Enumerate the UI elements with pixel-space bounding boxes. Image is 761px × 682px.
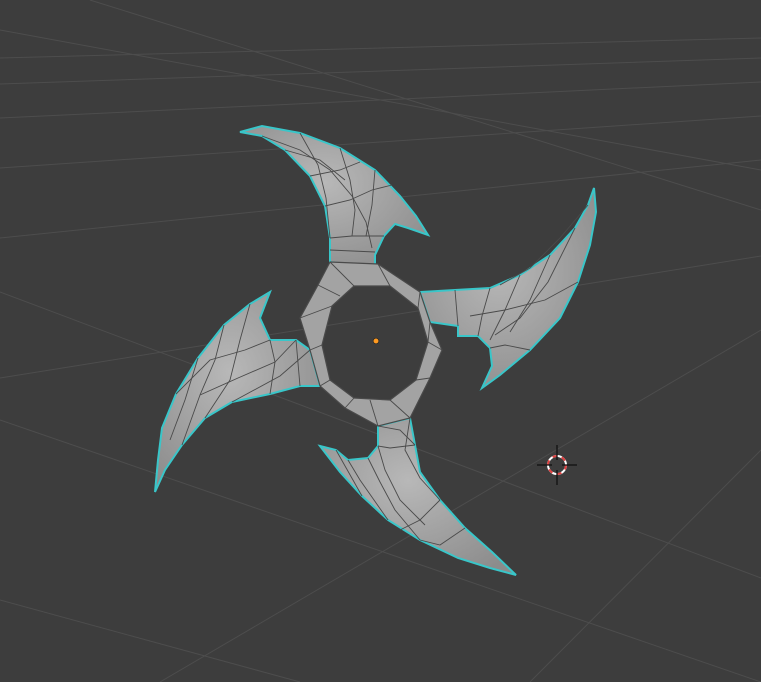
grid-line bbox=[0, 57, 761, 85]
floor-grid bbox=[0, 0, 761, 682]
grid-line bbox=[0, 599, 301, 682]
grid-line bbox=[0, 115, 761, 169]
grid-line bbox=[89, 0, 761, 211]
blade-bottom bbox=[317, 416, 517, 576]
shuriken-mesh[interactable] bbox=[154, 124, 598, 576]
blade-right bbox=[418, 187, 598, 392]
blade-left bbox=[154, 289, 322, 493]
object-origin-dot[interactable] bbox=[372, 337, 380, 345]
3d-cursor-icon[interactable] bbox=[537, 445, 577, 485]
grid-line bbox=[0, 29, 761, 171]
grid-line bbox=[0, 37, 761, 59]
viewport-canvas[interactable] bbox=[0, 0, 761, 682]
grid-line bbox=[529, 449, 761, 682]
blade-top bbox=[239, 124, 431, 270]
3d-viewport[interactable] bbox=[0, 0, 761, 682]
